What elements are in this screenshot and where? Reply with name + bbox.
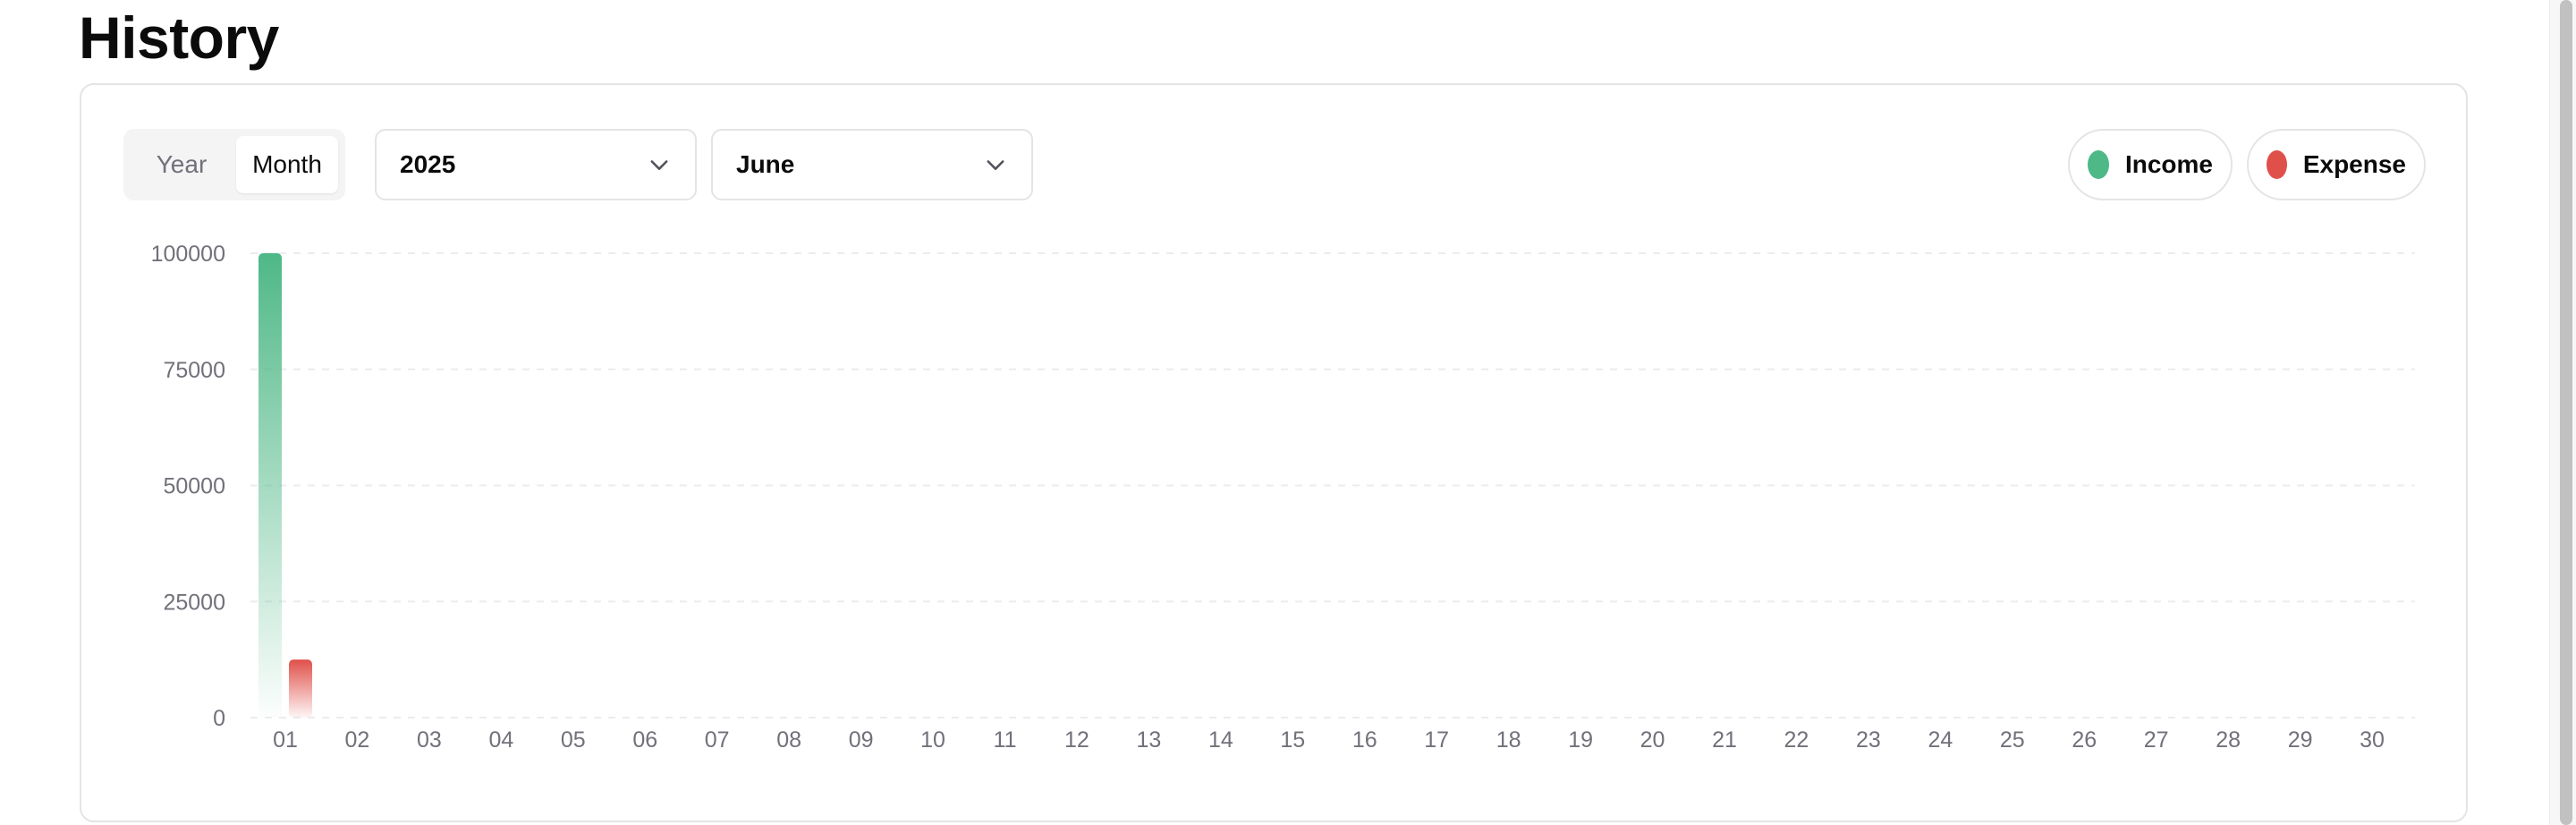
x-tick-label: 30 — [2360, 727, 2385, 753]
x-tick-label: 26 — [2072, 727, 2097, 753]
x-tick-label: 20 — [1640, 727, 1665, 753]
x-tick-label: 19 — [1568, 727, 1593, 753]
x-tick-label: 01 — [273, 727, 298, 753]
y-tick-label: 100000 — [151, 242, 225, 267]
x-tick-label: 29 — [2288, 727, 2313, 753]
x-tick-label: 14 — [1208, 727, 1233, 753]
x-tick-label: 27 — [2144, 727, 2169, 753]
x-tick-label: 28 — [2216, 727, 2241, 753]
y-tick-label: 50000 — [163, 474, 225, 499]
x-tick-label: 10 — [920, 727, 945, 753]
x-tick-label: 02 — [345, 727, 370, 753]
x-tick-label: 07 — [705, 727, 730, 753]
x-tick-label: 04 — [488, 727, 513, 753]
x-tick-label: 06 — [632, 727, 657, 753]
x-tick-label: 09 — [849, 727, 874, 753]
income-bar[interactable] — [258, 253, 282, 718]
x-tick-label: 17 — [1424, 727, 1449, 753]
expense-bar[interactable] — [289, 659, 312, 718]
x-tick-label: 11 — [994, 727, 1017, 753]
x-tick-label: 03 — [417, 727, 442, 753]
history-bar-chart: 0 25000 50000 75000 100000 01 02 03 04 05 06 07 08 09… — [151, 242, 2415, 753]
x-tick-label: 05 — [561, 727, 586, 753]
x-tick-label: 25 — [2000, 727, 2025, 753]
x-tick-label: 08 — [776, 727, 801, 753]
x-tick-label: 18 — [1496, 727, 1521, 753]
x-tick-label: 21 — [1712, 727, 1737, 753]
y-tick-label: 25000 — [163, 590, 225, 615]
x-tick-label: 24 — [1928, 727, 1953, 753]
x-tick-label: 15 — [1280, 727, 1305, 753]
y-tick-label: 75000 — [163, 358, 225, 383]
x-tick-label: 16 — [1352, 727, 1377, 753]
scrollbar-thumb[interactable] — [2560, 0, 2572, 825]
x-tick-label: 23 — [1856, 727, 1881, 753]
x-tick-label: 13 — [1136, 727, 1161, 753]
x-tick-label: 22 — [1784, 727, 1809, 753]
x-tick-label: 12 — [1064, 727, 1089, 753]
y-tick-label: 0 — [213, 706, 225, 731]
